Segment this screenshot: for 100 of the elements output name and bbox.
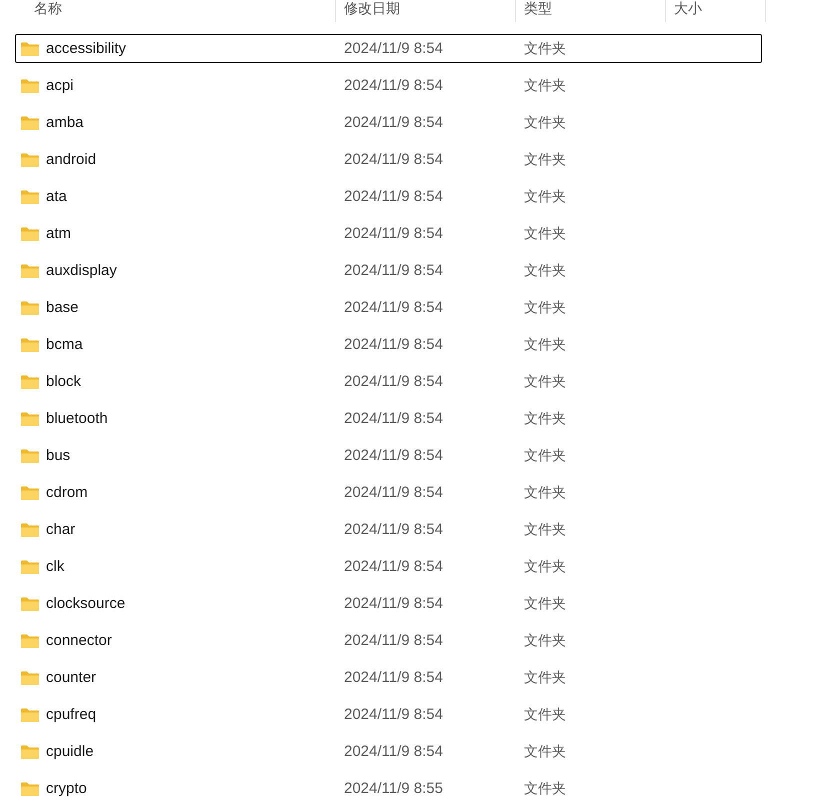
file-row[interactable]: amba 2024/11/9 8:54 文件夹 (15, 108, 762, 137)
modified-date: 2024/11/9 8:54 (343, 225, 444, 242)
file-type: 文件夹 (523, 336, 566, 354)
folder-icon (20, 670, 40, 686)
file-row[interactable]: bluetooth 2024/11/9 8:54 文件夹 (15, 404, 762, 433)
file-type: 文件夹 (523, 188, 566, 206)
file-name: accessibility (46, 40, 126, 57)
file-row[interactable]: clocksource 2024/11/9 8:54 文件夹 (15, 589, 762, 618)
folder-icon (20, 226, 40, 242)
folder-icon (20, 744, 40, 760)
modified-date: 2024/11/9 8:54 (343, 188, 444, 205)
folder-icon (20, 336, 40, 352)
modified-date: 2024/11/9 8:54 (343, 484, 444, 501)
file-row[interactable]: acpi 2024/11/9 8:54 文件夹 (15, 71, 762, 100)
file-row[interactable]: auxdisplay 2024/11/9 8:54 文件夹 (15, 256, 762, 285)
file-type: 文件夹 (523, 742, 566, 760)
modified-date: 2024/11/9 8:55 (343, 780, 444, 797)
file-name: cpuidle (46, 743, 94, 760)
file-name: connector (46, 632, 112, 649)
folder-icon (20, 300, 40, 316)
file-name: auxdisplay (46, 262, 117, 279)
file-type: 文件夹 (523, 298, 566, 316)
file-type: 文件夹 (523, 668, 566, 686)
file-type: 文件夹 (523, 780, 566, 798)
folder-icon (20, 780, 40, 796)
folder-icon (20, 152, 40, 168)
file-type: 文件夹 (523, 410, 566, 428)
file-name: block (46, 373, 82, 390)
file-type: 文件夹 (523, 558, 566, 576)
modified-date: 2024/11/9 8:54 (343, 151, 444, 168)
modified-date: 2024/11/9 8:54 (343, 632, 444, 649)
file-name: base (46, 299, 79, 316)
file-row[interactable]: android 2024/11/9 8:54 文件夹 (15, 145, 762, 174)
folder-icon (20, 706, 40, 722)
file-row[interactable]: bus 2024/11/9 8:54 文件夹 (15, 441, 762, 470)
folder-icon (20, 78, 40, 94)
folder-icon (20, 40, 40, 56)
file-type: 文件夹 (523, 372, 566, 390)
modified-date: 2024/11/9 8:54 (343, 447, 444, 464)
folder-icon (20, 410, 40, 426)
folder-icon (20, 262, 40, 278)
file-row[interactable]: base 2024/11/9 8:54 文件夹 (15, 293, 762, 322)
modified-date: 2024/11/9 8:54 (343, 336, 444, 353)
file-row[interactable]: counter 2024/11/9 8:54 文件夹 (15, 663, 762, 692)
file-name: cdrom (46, 484, 88, 501)
file-row[interactable]: ata 2024/11/9 8:54 文件夹 (15, 182, 762, 211)
modified-date: 2024/11/9 8:54 (343, 373, 444, 390)
file-name: counter (46, 669, 96, 686)
folder-icon (20, 596, 40, 612)
file-row[interactable]: block 2024/11/9 8:54 文件夹 (15, 367, 762, 396)
file-name: char (46, 521, 76, 538)
file-row[interactable]: cpufreq 2024/11/9 8:54 文件夹 (15, 700, 762, 729)
modified-date: 2024/11/9 8:54 (343, 410, 444, 427)
file-name: amba (46, 114, 84, 131)
file-row[interactable]: bcma 2024/11/9 8:54 文件夹 (15, 330, 762, 359)
file-type: 文件夹 (523, 224, 566, 242)
modified-date: 2024/11/9 8:54 (343, 595, 444, 612)
folder-icon (20, 114, 40, 130)
column-header[interactable]: 修改日期 (336, 0, 516, 22)
folder-icon (20, 558, 40, 574)
column-header[interactable]: 类型 (516, 0, 666, 22)
file-row[interactable]: atm 2024/11/9 8:54 文件夹 (15, 219, 762, 248)
file-row[interactable]: cdrom 2024/11/9 8:54 文件夹 (15, 478, 762, 507)
modified-date: 2024/11/9 8:54 (343, 521, 444, 538)
modified-date: 2024/11/9 8:54 (343, 743, 444, 760)
file-name: clk (46, 558, 64, 575)
file-type: 文件夹 (523, 446, 566, 464)
folder-icon (20, 632, 40, 648)
file-type: 文件夹 (523, 484, 566, 502)
file-name: bluetooth (46, 410, 108, 427)
folder-icon (20, 188, 40, 204)
file-row[interactable]: clk 2024/11/9 8:54 文件夹 (15, 552, 762, 581)
file-name: cpufreq (46, 706, 96, 723)
modified-date: 2024/11/9 8:54 (343, 669, 444, 686)
file-row[interactable]: connector 2024/11/9 8:54 文件夹 (15, 626, 762, 655)
modified-date: 2024/11/9 8:54 (343, 299, 444, 316)
file-name: bcma (46, 336, 83, 353)
file-type: 文件夹 (523, 262, 566, 280)
modified-date: 2024/11/9 8:54 (343, 706, 444, 723)
column-header[interactable]: 名称 (15, 0, 336, 22)
file-type: 文件夹 (523, 76, 566, 94)
modified-date: 2024/11/9 8:54 (343, 262, 444, 279)
file-row[interactable]: char 2024/11/9 8:54 文件夹 (15, 515, 762, 544)
modified-date: 2024/11/9 8:54 (343, 114, 444, 131)
file-type: 文件夹 (523, 40, 566, 58)
folder-icon (20, 374, 40, 390)
file-name: ata (46, 188, 67, 205)
file-row[interactable]: accessibility 2024/11/9 8:54 文件夹 (15, 34, 762, 63)
file-name: atm (46, 225, 72, 242)
folder-icon (20, 484, 40, 500)
folder-icon (20, 448, 40, 464)
file-row[interactable]: cpuidle 2024/11/9 8:54 文件夹 (15, 737, 762, 766)
file-row[interactable]: crypto 2024/11/9 8:55 文件夹 (15, 774, 762, 803)
file-name: bus (46, 447, 70, 464)
modified-date: 2024/11/9 8:54 (343, 40, 444, 57)
modified-date: 2024/11/9 8:54 (343, 558, 444, 575)
column-header[interactable]: 大小 (666, 0, 766, 22)
folder-icon (20, 522, 40, 538)
file-type: 文件夹 (523, 632, 566, 650)
file-name: crypto (46, 780, 87, 797)
